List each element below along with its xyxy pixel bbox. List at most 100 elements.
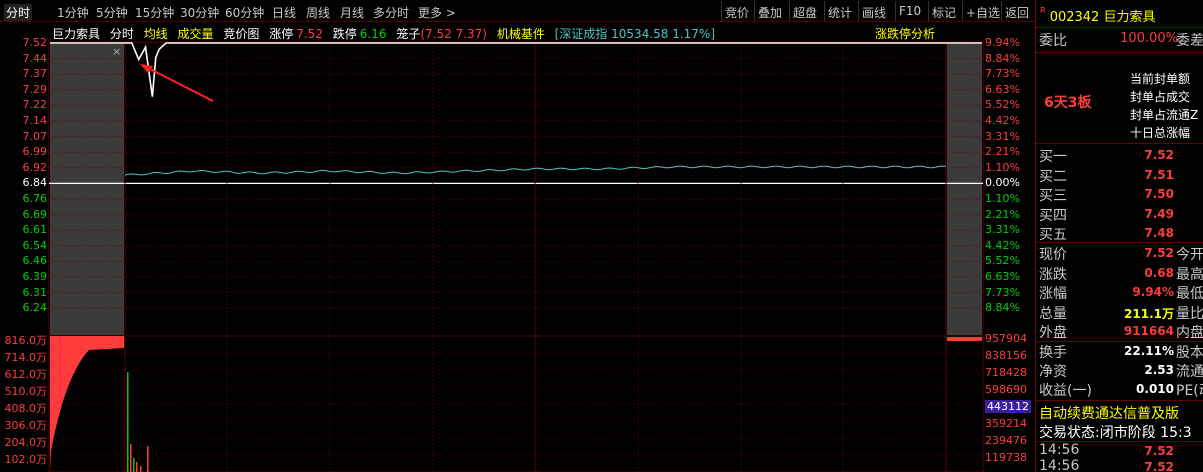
quote-row-label: 现价: [1039, 247, 1067, 263]
mode-label[interactable]: 分时: [110, 27, 134, 41]
postmarket-volume-bar: [947, 337, 982, 341]
tab-monthly[interactable]: 月线: [340, 4, 364, 21]
limit-up-value: 7.52: [296, 27, 323, 41]
tab-multi-timeshare[interactable]: 多分时: [373, 4, 409, 21]
tab-60min[interactable]: 60分钟: [225, 4, 264, 21]
bid-row-value: 7.50: [1144, 187, 1174, 201]
tick-row-value: 7.52: [1144, 460, 1174, 472]
price-tick-label: 6.39: [22, 270, 48, 283]
seal-vs-float-label: 封单占流通Z: [1130, 108, 1199, 122]
volume-tick-label: 612.0万: [4, 368, 48, 381]
limit-up-label: 涨停: [269, 27, 294, 41]
auction-button[interactable]: 竞价: [721, 1, 752, 21]
price-tick-label: 6.54: [22, 238, 48, 252]
percent-tick-label: 7.73%: [985, 285, 1020, 299]
limit-down-value: 6.16: [359, 27, 387, 41]
percent-tick-label: 4.42%: [985, 238, 1020, 252]
volume-right-tick-label: 957904: [985, 332, 1027, 345]
r-marker: R: [1040, 6, 1046, 15]
tab-weekly[interactable]: 周线: [306, 4, 330, 21]
back-button[interactable]: 返回: [1001, 1, 1032, 21]
percent-tick-label: 3.31%: [985, 223, 1020, 237]
fundamental-row: 净资 2.53 流通: [1036, 361, 1203, 381]
order-ratio-row: 委比 100.00% 委差: [1036, 30, 1203, 50]
pen-label: 笼子: [396, 27, 421, 41]
price-lines: [50, 42, 982, 176]
volume-right-tick-label: 239476: [985, 434, 1027, 447]
percent-tick-label: 3.31%: [985, 129, 1020, 143]
percent-tick-label: 1.10%: [985, 192, 1020, 205]
tab-30min[interactable]: 30分钟: [180, 4, 219, 21]
bid-row-value: 7.49: [1144, 206, 1174, 221]
tab-15min[interactable]: 15分钟: [135, 4, 174, 21]
tab-5min[interactable]: 5分钟: [96, 4, 128, 21]
super-board-button[interactable]: 超盘: [789, 1, 820, 21]
percent-tick-label: 9.94%: [985, 36, 1020, 49]
stock-name: 巨力索具: [1103, 10, 1156, 25]
volume-bar: [140, 466, 142, 472]
seal-amount-label: 当前封单额: [1130, 72, 1191, 86]
overlay-button[interactable]: 叠加: [754, 1, 785, 21]
bid-row-label: 买四: [1039, 207, 1067, 224]
tab-timeshare[interactable]: 分时: [4, 4, 33, 21]
percent-tick-label: 2.21%: [985, 207, 1020, 221]
fundamental-row-value: 0.010: [1136, 382, 1174, 396]
close-icon[interactable]: ×: [112, 45, 121, 58]
draw-line-button[interactable]: 画线: [858, 1, 889, 21]
fundamental-row-right-label: 股本: [1176, 345, 1203, 361]
quote-row-right-label: 内盘: [1176, 325, 1203, 341]
price-tick-label: 6.24: [22, 301, 48, 315]
volume-tick-label: 510.0万: [4, 385, 48, 398]
volume-label[interactable]: 成交量: [178, 27, 214, 41]
stats-button[interactable]: 统计: [824, 1, 855, 21]
percent-tick-label: 0.00%: [985, 176, 1020, 190]
percent-tick-label: 5.52%: [985, 254, 1020, 268]
limit-analysis-link[interactable]: 涨跌停分析: [875, 25, 935, 42]
price-tick-label: 7.14: [22, 114, 48, 127]
volume-right-tick-label: 598690: [985, 383, 1027, 396]
add-watchlist-button[interactable]: +自选: [962, 1, 1003, 21]
auction-chart-label[interactable]: 竞价图: [223, 27, 259, 41]
price-tick-label: 7.22: [22, 98, 48, 112]
timeshare-chart[interactable]: 巨力索具 分时 均线 成交量 竞价图 涨停 7.52 跌停 6.16 笼子(7.52…: [0, 22, 1035, 472]
chart-grid: [48, 41, 984, 472]
tab-more[interactable]: 更多 >: [418, 4, 456, 21]
postmarket-shade: [947, 44, 982, 335]
tab-1min[interactable]: 1分钟: [57, 4, 89, 21]
price-tick-label: 7.44: [22, 51, 48, 65]
period-toolbar: 分时 1分钟 5分钟 15分钟 30分钟 60分钟 日线 周线 月线 多分时 更…: [0, 0, 1035, 22]
avg-line-label[interactable]: 均线: [144, 27, 168, 41]
ratio-label: 委比: [1039, 33, 1067, 49]
volume-right-tick-label: 119738: [985, 451, 1027, 464]
fundamental-row-right-label: 流通: [1176, 364, 1203, 380]
subscription-banner[interactable]: 自动续费通达信普及版: [1036, 400, 1203, 423]
stock-header: R 002342 巨力索具: [1040, 6, 1156, 25]
bid-row-label: 买五: [1039, 227, 1067, 243]
tick-row-label: 14:56: [1039, 458, 1080, 472]
percent-tick-label: 6.63%: [985, 82, 1020, 96]
quote-panel: R 002342 巨力索具 委比 100.00% 委差 6天3板 当前封单额 封…: [1035, 0, 1203, 472]
seal-vs-volume-label: 封单占成交: [1130, 90, 1191, 104]
tab-daily[interactable]: 日线: [272, 4, 296, 21]
quote-row-label: 外盘: [1039, 325, 1067, 341]
volume-tick-label: 816.0万: [4, 334, 48, 347]
percent-tick-label: 4.42%: [985, 114, 1020, 127]
quote-row-value: 7.52: [1144, 246, 1174, 260]
bid-row-label: 买一: [1039, 149, 1067, 165]
sector-link[interactable]: 机械基件: [497, 27, 545, 41]
banner-text[interactable]: 自动续费通达信普及版: [1039, 403, 1179, 423]
f10-button[interactable]: F10: [895, 1, 924, 21]
quote-row-right-label: 最低: [1176, 286, 1203, 302]
fundamental-row-value: 22.11%: [1124, 344, 1174, 358]
stock-name-label: 巨力索具: [52, 27, 101, 41]
volume-tick-label: 306.0万: [4, 419, 48, 432]
fundamental-row: 换手 22.11% 股本: [1036, 342, 1203, 362]
percent-tick-label: 5.52%: [985, 98, 1020, 112]
volume-tick-label: 408.0万: [4, 402, 48, 415]
volume-right-tick-label: 359214: [985, 417, 1027, 430]
mark-button[interactable]: 标记: [928, 1, 959, 21]
status-label: 交易状态:: [1039, 425, 1100, 441]
price-tick-label: 6.84: [22, 176, 48, 190]
index-quote[interactable]: [深证成指 10534.58 1.17%]: [555, 27, 715, 41]
quote-row-right-label: 今开: [1176, 247, 1203, 263]
